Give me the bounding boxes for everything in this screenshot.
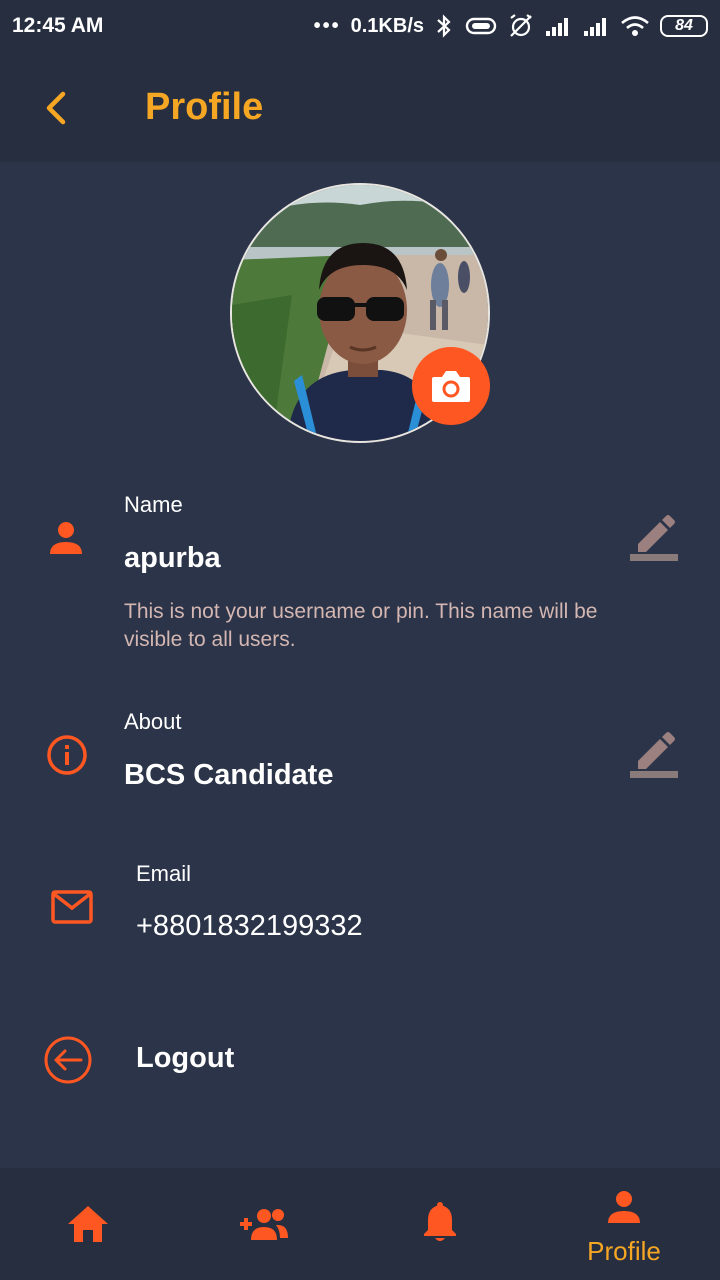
change-photo-button[interactable] — [412, 347, 490, 425]
app-bar: Profile — [0, 52, 720, 162]
info-icon — [47, 735, 87, 775]
back-button[interactable] — [30, 82, 82, 134]
camera-icon — [432, 371, 470, 402]
add-friend-icon — [240, 1209, 288, 1240]
status-time: 12:45 AM — [12, 14, 104, 37]
vibrate-icon — [465, 17, 497, 35]
edit-name-button[interactable] — [628, 510, 684, 566]
bluetooth-icon — [437, 14, 451, 38]
bottom-nav: Profile — [0, 1168, 720, 1280]
nav-profile[interactable]: Profile — [534, 1168, 714, 1280]
bell-icon — [424, 1202, 456, 1241]
about-value: BCS Candidate — [124, 759, 334, 791]
edit-icon — [630, 515, 678, 561]
nav-home[interactable] — [0, 1168, 180, 1280]
home-icon — [68, 1206, 108, 1242]
signal-icon — [546, 18, 568, 36]
name-label: Name — [124, 492, 183, 517]
about-label: About — [124, 709, 182, 734]
person-icon — [608, 1191, 640, 1223]
name-value: apurba — [124, 542, 221, 574]
profile-photo-section — [230, 183, 490, 443]
status-icons: ••• 0.1KB/s 84 — [314, 0, 708, 52]
edit-about-button[interactable] — [628, 727, 684, 783]
page-title: Profile — [145, 86, 264, 128]
about-row-icon — [44, 732, 90, 778]
name-row-icon — [44, 516, 88, 560]
email-label: Email — [136, 861, 192, 886]
name-help-text: This is not your username or pin. This n… — [124, 600, 598, 651]
network-speed: 0.1KB/s — [350, 14, 424, 37]
nav-add-friend[interactable] — [180, 1168, 360, 1280]
chevron-left-icon — [46, 91, 66, 125]
nav-profile-label: Profile — [587, 1236, 661, 1266]
alarm-off-icon — [510, 14, 532, 37]
more-dots-icon: ••• — [313, 14, 341, 37]
wifi-icon — [621, 16, 649, 36]
nav-notifications[interactable] — [360, 1168, 540, 1280]
email-row-icon — [50, 888, 94, 926]
logout-icon — [44, 1036, 92, 1084]
logout-button[interactable] — [42, 1034, 94, 1086]
person-icon — [50, 522, 82, 554]
status-bar: 12:45 AM ••• 0.1KB/s 84 — [0, 0, 720, 52]
battery-indicator: 84 — [660, 15, 708, 37]
mail-icon — [51, 890, 93, 924]
signal-icon — [584, 18, 606, 36]
edit-icon — [630, 732, 678, 778]
email-value: +8801832199332 — [136, 910, 363, 942]
logout-label[interactable]: Logout — [136, 1042, 234, 1075]
